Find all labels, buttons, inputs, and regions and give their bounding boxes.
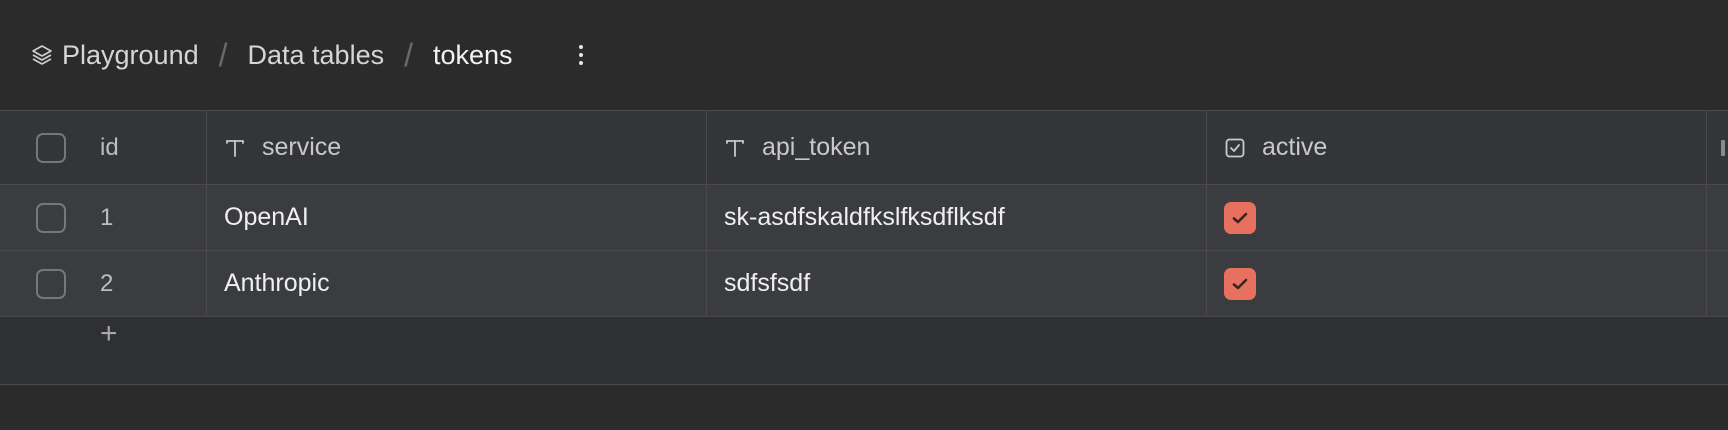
add-row: + bbox=[0, 317, 1728, 385]
text-type-icon bbox=[226, 139, 244, 157]
breadcrumb-tokens[interactable]: tokens bbox=[433, 40, 513, 71]
add-row-button[interactable]: + bbox=[100, 317, 118, 384]
breadcrumb-label: Data tables bbox=[247, 39, 385, 70]
column-header-id[interactable]: id bbox=[100, 134, 119, 162]
more-options-icon[interactable] bbox=[571, 40, 591, 70]
breadcrumb-label: tokens bbox=[432, 39, 513, 70]
cell-id: 2 bbox=[100, 269, 114, 297]
cell-id: 1 bbox=[100, 203, 114, 231]
row-select-checkbox[interactable] bbox=[36, 202, 66, 233]
boolean-type-icon bbox=[1225, 138, 1245, 157]
breadcrumb-separator: / bbox=[218, 36, 228, 73]
row-select-checkbox[interactable] bbox=[36, 268, 66, 299]
table-header-row: id service api_token active bbox=[0, 111, 1728, 185]
cell-overflow bbox=[1707, 251, 1728, 316]
breadcrumb-data-tables[interactable]: Data tables bbox=[248, 40, 385, 71]
column-header-next[interactable] bbox=[1707, 111, 1728, 184]
table-row[interactable]: 1 OpenAI sk-asdfskaldfkslfksdflksdf bbox=[0, 185, 1728, 251]
column-header-label: service bbox=[262, 133, 342, 161]
row-select-cell: 2 bbox=[0, 251, 207, 316]
cell-service[interactable]: Anthropic bbox=[207, 251, 707, 316]
column-edge-icon bbox=[1721, 139, 1725, 156]
layers-icon bbox=[32, 45, 52, 65]
column-header-label: active bbox=[1262, 133, 1328, 161]
row-select-cell: 1 bbox=[0, 185, 207, 250]
cell-overflow bbox=[1707, 185, 1728, 250]
column-header-api-token[interactable]: api_token bbox=[707, 111, 1207, 184]
checkmark-icon bbox=[1232, 278, 1248, 289]
active-checkbox-checked[interactable] bbox=[1224, 201, 1256, 234]
column-header-service[interactable]: service bbox=[207, 111, 707, 184]
breadcrumb-label: Playground bbox=[62, 39, 199, 70]
top-bar: Playground / Data tables / tokens bbox=[0, 0, 1728, 110]
table-row[interactable]: 2 Anthropic sdfsfsdf bbox=[0, 251, 1728, 317]
cell-service[interactable]: OpenAI bbox=[207, 185, 707, 250]
column-header-label: api_token bbox=[762, 133, 871, 161]
breadcrumb-separator: / bbox=[404, 36, 413, 73]
header-select-cell: id bbox=[0, 111, 207, 184]
column-header-active[interactable]: active bbox=[1207, 111, 1707, 184]
select-all-checkbox[interactable] bbox=[36, 132, 66, 163]
active-checkbox-checked[interactable] bbox=[1224, 267, 1256, 300]
cell-api-token[interactable]: sk-asdfskaldfkslfksdflksdf bbox=[707, 185, 1207, 250]
text-type-icon bbox=[726, 139, 744, 157]
cell-active[interactable] bbox=[1207, 185, 1707, 250]
breadcrumb-playground[interactable]: Playground bbox=[30, 40, 199, 71]
data-table: id service api_token active 1 OpenAI sk-… bbox=[0, 110, 1728, 385]
cell-active[interactable] bbox=[1207, 251, 1707, 316]
cell-api-token[interactable]: sdfsfsdf bbox=[707, 251, 1207, 316]
checkmark-icon bbox=[1232, 212, 1248, 223]
